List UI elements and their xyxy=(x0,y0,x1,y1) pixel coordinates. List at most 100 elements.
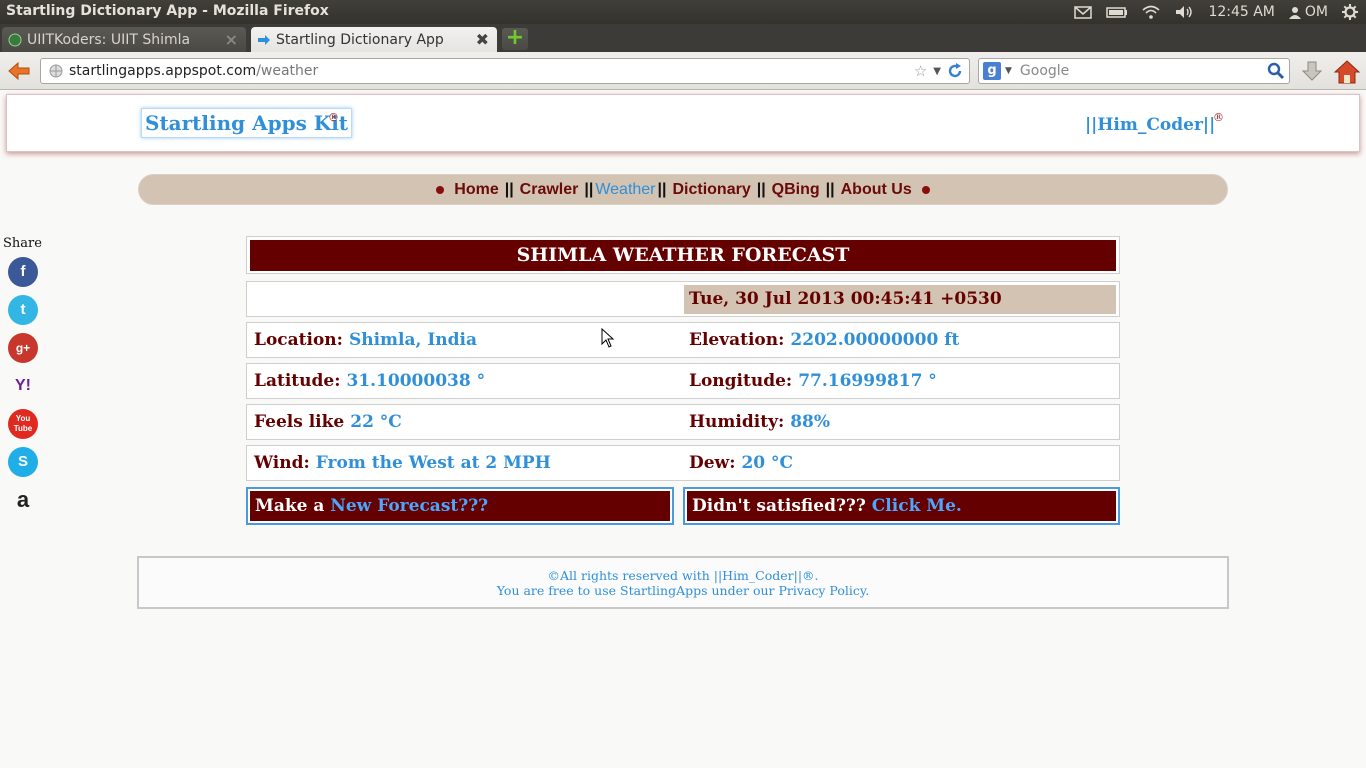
menu-item-qbing[interactable]: QBing xyxy=(772,181,820,199)
elevation-label: Elevation: xyxy=(689,330,785,350)
footer-privacy-line[interactable]: You are free to use StartlingApps under … xyxy=(139,583,1227,598)
menu-separator: || xyxy=(584,180,594,198)
url-dropdown-icon[interactable]: ▼ xyxy=(933,66,941,77)
location-label: Location: xyxy=(254,330,343,350)
menu-separator: || xyxy=(657,180,667,198)
bookmark-star-icon[interactable]: ☆ xyxy=(914,62,927,80)
humidity-cell: Humidity: 88% xyxy=(689,405,830,439)
longitude-label: Longitude: xyxy=(689,371,793,391)
globe-favicon-icon xyxy=(8,33,22,46)
mail-icon[interactable] xyxy=(1074,5,1093,19)
wind-label: Wind: xyxy=(254,453,310,473)
forecast-row: Wind: From the West at 2 MPH Dew: 20 °C xyxy=(246,445,1120,481)
tab-startling-dictionary[interactable]: Startling Dictionary App ✖ xyxy=(251,27,497,52)
back-arrow-icon[interactable] xyxy=(6,58,32,84)
mouse-cursor-icon xyxy=(601,328,615,348)
amazon-icon[interactable]: a xyxy=(8,485,38,515)
dew-label: Dew: xyxy=(689,453,736,473)
tab-strip: UIITKoders: UIIT Shimla × Startling Dict… xyxy=(0,24,1366,52)
elevation-cell: Elevation: 2202.00000000 ft xyxy=(689,323,959,357)
search-icon[interactable] xyxy=(1267,62,1285,80)
new-forecast-box: Make a New Forecast??? xyxy=(246,487,674,525)
volume-icon[interactable] xyxy=(1174,5,1194,19)
youtube-icon[interactable]: You Tube xyxy=(8,409,38,439)
google-engine-icon[interactable]: g xyxy=(983,62,1001,80)
forecast-datetime: Tue, 30 Jul 2013 00:45:41 +0530 xyxy=(684,285,1116,314)
location-cell: Location: Shimla, India xyxy=(254,323,477,357)
home-icon[interactable] xyxy=(1334,59,1360,85)
forecast-title-row: SHIMLA WEATHER FORECAST xyxy=(246,236,1120,274)
facebook-icon[interactable]: f xyxy=(8,257,38,287)
main-menu: Home || Crawler || Weather || Dictionary… xyxy=(138,174,1228,205)
feels-like-cell: Feels like 22 °C xyxy=(254,405,402,439)
menu-separator: || xyxy=(756,180,766,198)
latitude-label: Latitude: xyxy=(254,371,341,391)
skype-icon[interactable]: S xyxy=(8,447,38,477)
site-identity-icon[interactable] xyxy=(49,64,63,78)
google-plus-icon[interactable]: g+ xyxy=(8,333,38,363)
elevation-value: 2202.00000000 ft xyxy=(790,330,960,350)
menu-separator: || xyxy=(825,180,835,198)
tab-label: Startling Dictionary App xyxy=(276,31,444,48)
share-label: Share xyxy=(3,236,42,251)
web-page: Startling Apps Kit ® ||Him_Coder|| ® Hom… xyxy=(0,90,1366,768)
menu-item-dictionary[interactable]: Dictionary xyxy=(672,181,750,199)
feels-like-value: 22 °C xyxy=(350,412,402,432)
forecast-title: SHIMLA WEATHER FORECAST xyxy=(250,240,1116,271)
user-menu[interactable]: OM xyxy=(1288,4,1328,20)
gear-icon[interactable] xyxy=(1342,4,1358,20)
tab-uiitkoders[interactable]: UIITKoders: UIIT Shimla × xyxy=(2,27,246,52)
url-bar[interactable]: startlingapps.appspot.com/weather ☆ ▼ xyxy=(40,58,970,84)
menu-item-crawler[interactable]: Crawler xyxy=(520,181,579,199)
not-satisfied-box: Didn't satisfied??? Click Me. xyxy=(683,487,1120,525)
menu-item-weather[interactable]: Weather xyxy=(595,181,655,199)
close-tab-icon[interactable]: ✖ xyxy=(476,30,489,49)
brand-registered-mark: ® xyxy=(328,111,339,124)
search-engine-dropdown-icon[interactable]: ▼ xyxy=(1005,66,1012,76)
coder-registered-mark: ® xyxy=(1213,111,1224,124)
latitude-cell: Latitude: 31.10000038 ° xyxy=(254,364,485,398)
site-footer: ©All rights reserved with ||Him_Coder||®… xyxy=(137,556,1229,609)
clock[interactable]: 12:45 AM xyxy=(1208,4,1274,20)
user-icon xyxy=(1288,6,1301,19)
window-title: Startling Dictionary App - Mozilla Firef… xyxy=(6,3,329,19)
url-host: startlingapps.appspot.com xyxy=(69,63,257,79)
site-header: Startling Apps Kit ® ||Him_Coder|| ® xyxy=(6,94,1360,152)
reload-icon[interactable] xyxy=(947,63,963,79)
wifi-icon[interactable] xyxy=(1142,5,1160,19)
navigation-toolbar: startlingapps.appspot.com/weather ☆ ▼ g … xyxy=(0,52,1366,90)
wind-value: From the West at 2 MPH xyxy=(315,453,551,473)
menu-separator: || xyxy=(504,180,514,198)
menu-bullet-icon xyxy=(921,185,930,194)
location-value: Shimla, India xyxy=(348,330,478,350)
menu-item-about-us[interactable]: About Us xyxy=(841,181,912,199)
menu-item-home[interactable]: Home xyxy=(454,181,498,199)
downloads-icon[interactable] xyxy=(1300,60,1324,84)
new-tab-button[interactable]: + xyxy=(502,27,528,50)
tab-label: UIITKoders: UIIT Shimla xyxy=(27,31,191,48)
yahoo-icon[interactable]: Y! xyxy=(8,371,38,401)
forecast-row: Feels like 22 °C Humidity: 88% xyxy=(246,404,1120,440)
new-forecast-link[interactable]: New Forecast??? xyxy=(330,496,488,516)
user-name: OM xyxy=(1304,4,1328,20)
feels-like-label: Feels like xyxy=(254,412,345,432)
search-bar[interactable]: g ▼ Google xyxy=(978,58,1290,84)
brand-logo-link[interactable]: Startling Apps Kit xyxy=(141,108,353,138)
coder-link[interactable]: ||Him_Coder|| xyxy=(1085,115,1215,135)
forecast-row: Latitude: 31.10000038 ° Longitude: 77.1699… xyxy=(246,363,1120,399)
not-satisfied-prefix: Didn't satisfied??? xyxy=(692,496,866,516)
click-me-link[interactable]: Click Me. xyxy=(872,496,962,516)
menu-bullet-icon xyxy=(436,185,445,194)
dew-cell: Dew: 20 °C xyxy=(689,446,793,480)
humidity-value: 88% xyxy=(790,412,831,432)
forecast-row: Location: Shimla, India Elevation: 2202.00… xyxy=(246,322,1120,358)
footer-copyright: ©All rights reserved with ||Him_Coder||®… xyxy=(547,568,819,583)
system-top-bar: Startling Dictionary App - Mozilla Firef… xyxy=(0,0,1366,24)
new-forecast-bar: Make a New Forecast??? xyxy=(250,491,670,521)
battery-icon[interactable] xyxy=(1106,5,1128,19)
dew-value: 20 °C xyxy=(741,453,794,473)
url-path: /weather xyxy=(256,63,319,79)
twitter-icon[interactable]: t xyxy=(8,295,38,325)
not-satisfied-bar: Didn't satisfied??? Click Me. xyxy=(687,491,1116,521)
close-tab-icon[interactable]: × xyxy=(225,30,238,49)
